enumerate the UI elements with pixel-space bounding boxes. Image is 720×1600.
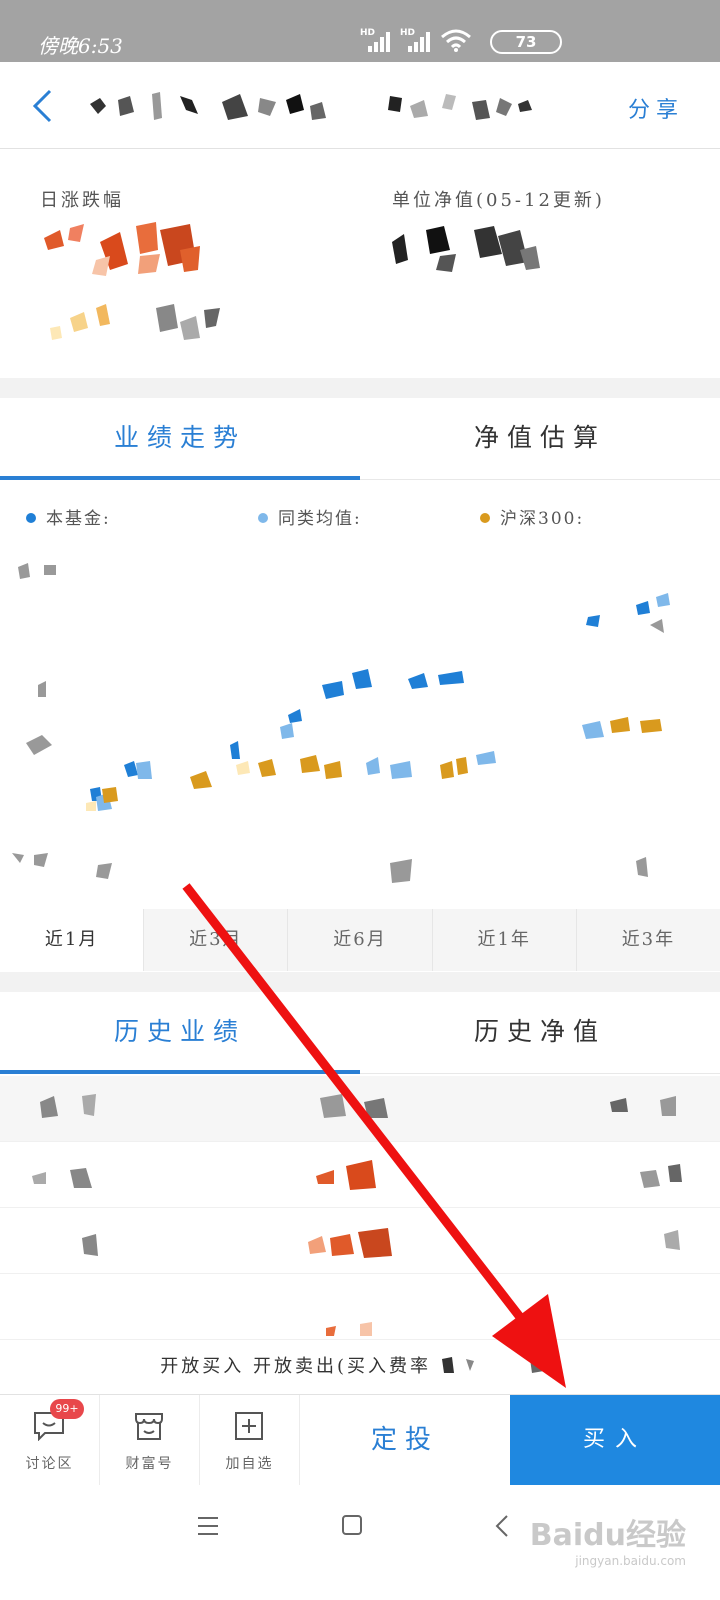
nav-label: 单位净值(05-12更新) bbox=[392, 190, 605, 211]
wealth-button[interactable]: 财富号 bbox=[100, 1395, 200, 1485]
add-watchlist-button[interactable]: 加自选 bbox=[200, 1395, 300, 1485]
history-tabs: 历史业绩 历史净值 bbox=[0, 992, 720, 1074]
tab-history-nav[interactable]: 历史净值 bbox=[360, 992, 720, 1074]
battery-icon: 73 bbox=[490, 30, 562, 54]
tab-history-performance[interactable]: 历史业绩 bbox=[0, 992, 360, 1074]
table-row-masked bbox=[82, 1228, 680, 1258]
dot-icon bbox=[258, 513, 268, 523]
tab-performance-trend[interactable]: 业绩走势 bbox=[0, 398, 360, 480]
signal-icon: HD bbox=[360, 28, 390, 52]
period-1m[interactable]: 近1月 bbox=[0, 909, 144, 971]
period-3y[interactable]: 近3年 bbox=[575, 909, 720, 971]
fund-name-masked bbox=[90, 92, 532, 120]
performance-tabs: 业绩走势 净值估算 bbox=[0, 398, 720, 480]
period-1y[interactable]: 近1年 bbox=[431, 909, 576, 971]
table-row bbox=[0, 1208, 720, 1274]
add-box-icon bbox=[235, 1412, 263, 1440]
discuss-button[interactable]: 99+ 讨论区 bbox=[0, 1395, 100, 1485]
table-row-masked bbox=[326, 1322, 372, 1336]
section-divider bbox=[0, 972, 720, 992]
back-icon[interactable] bbox=[28, 88, 60, 124]
fixed-investment-button[interactable]: 定投 bbox=[300, 1395, 510, 1485]
history-table bbox=[0, 1076, 720, 1340]
status-time: 傍晚6:53 bbox=[38, 34, 123, 58]
legend-peer-average: 同类均值: bbox=[258, 504, 362, 529]
legend-csi300: 沪深300: bbox=[480, 504, 584, 529]
period-3m[interactable]: 近3月 bbox=[143, 909, 287, 971]
watermark-logo: Baidu经验 jingyan.baidu.com bbox=[529, 1518, 686, 1568]
table-row-masked bbox=[32, 1160, 682, 1190]
tab-nav-estimate[interactable]: 净值估算 bbox=[360, 398, 720, 480]
daily-change-sub-masked bbox=[50, 304, 220, 340]
store-icon bbox=[135, 1413, 163, 1440]
status-bar: 傍晚6:53 HD HD 73 bbox=[0, 0, 720, 62]
table-row bbox=[0, 1142, 720, 1208]
legend-fund: 本基金: bbox=[26, 504, 111, 529]
nav-value-masked bbox=[392, 226, 540, 272]
share-button[interactable]: 分享 bbox=[628, 92, 684, 124]
table-header-masked bbox=[40, 1094, 676, 1118]
chart-legend: 本基金: 同类均值: 沪深300: bbox=[0, 504, 720, 534]
signal-icon: HD bbox=[400, 28, 430, 52]
table-row bbox=[0, 1274, 720, 1340]
performance-chart-masked bbox=[12, 563, 670, 883]
discuss-badge: 99+ bbox=[50, 1399, 84, 1419]
bottom-action-bar: 99+ 讨论区 财富号 加自选 定投 买入 bbox=[0, 1394, 720, 1485]
section-divider bbox=[0, 378, 720, 398]
dot-icon bbox=[26, 513, 36, 523]
buy-button[interactable]: 买入 bbox=[510, 1395, 720, 1485]
app-header: 分享 bbox=[0, 62, 720, 149]
home-icon[interactable] bbox=[340, 1513, 364, 1537]
trade-status-notice: 开放买入 开放卖出(买入费率 bbox=[0, 1352, 720, 1378]
wifi-icon bbox=[441, 29, 471, 52]
daily-change-label: 日涨跌幅 bbox=[40, 190, 124, 211]
period-selector: 近1月 近3月 近6月 近1年 近3年 bbox=[0, 909, 720, 971]
back-nav-icon[interactable] bbox=[492, 1513, 512, 1539]
table-header-row bbox=[0, 1076, 720, 1142]
fee-rate-masked bbox=[441, 1357, 556, 1373]
dot-icon bbox=[480, 513, 490, 523]
daily-change-value-masked bbox=[44, 222, 200, 276]
status-icons: HD HD bbox=[360, 28, 472, 52]
menu-icon[interactable] bbox=[196, 1515, 220, 1537]
fund-summary: 日涨跌幅 单位净值(05-12更新) bbox=[0, 150, 720, 378]
period-6m[interactable]: 近6月 bbox=[287, 909, 431, 971]
